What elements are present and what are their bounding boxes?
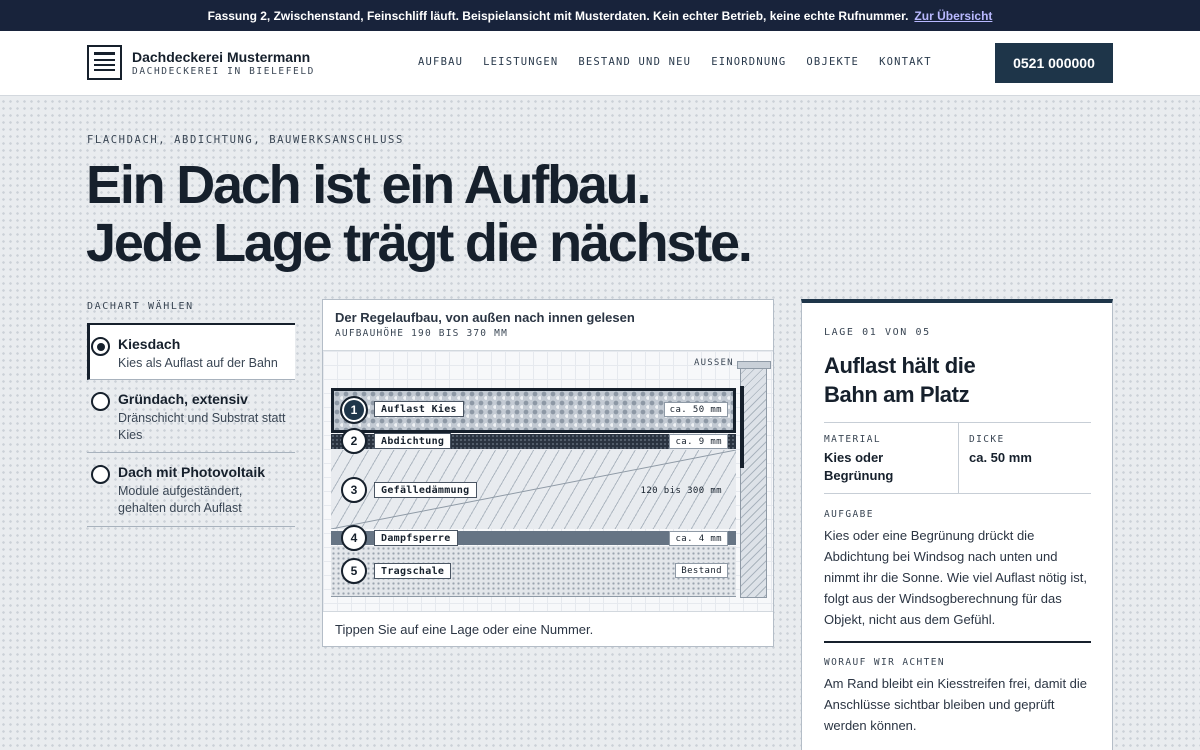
option-desc: Module aufgeständert, gehalten durch Auf… (118, 484, 243, 515)
layer-number-5[interactable]: 5 (341, 558, 367, 584)
roof-option-photovoltaik[interactable]: Dach mit Photovoltaik Module aufgestände… (87, 453, 295, 527)
material-value: Kies oder Begrünung (824, 450, 894, 483)
headline-line-1: Ein Dach ist ein Aufbau. (86, 155, 651, 215)
care-text: Am Rand bleibt ein Kiesstreifen frei, da… (824, 676, 1088, 733)
option-title: Kiesdach (118, 336, 181, 352)
nav-item-kontakt[interactable]: KONTAKT (879, 56, 932, 68)
option-desc: Dränschicht und Substrat statt Kies (118, 411, 286, 442)
layer-measure-3: 120 bis 300 mm (640, 485, 722, 496)
nav-item-bestand-und-neu[interactable]: BESTAND UND NEU (578, 56, 691, 68)
layer-number-2[interactable]: 2 (341, 428, 367, 454)
layer-number-1[interactable]: 1 (340, 396, 368, 424)
diagram-hint: Tippen Sie auf eine Lage oder eine Numme… (335, 622, 594, 637)
upstand-flashing (740, 386, 744, 468)
option-title: Dach mit Photovoltaik (118, 464, 266, 480)
detail-title: Auflast hält die Bahn am Platz (824, 351, 976, 409)
detail-title-line-1: Auflast hält die (824, 353, 976, 378)
layer-label-2[interactable]: Abdichtung (374, 433, 452, 449)
layer-label-1[interactable]: Auflast Kies (374, 401, 464, 417)
layer-number-3[interactable]: 3 (341, 477, 367, 503)
phone-button[interactable]: 0521 000000 (995, 43, 1113, 83)
layer-measure-2: ca. 9 mm (669, 434, 728, 449)
selector-label: DACHART WÄHLEN (87, 301, 194, 312)
nav-item-aufbau[interactable]: AUFBAU (418, 56, 463, 68)
thickness-value: ca. 50 mm (969, 450, 1032, 465)
notice-text: Fassung 2, Zwischenstand, Feinschliff lä… (207, 8, 909, 23)
brand-subtitle: DACHDECKEREI IN BIELEFELD (132, 66, 315, 77)
material-label: MATERIAL (824, 434, 881, 445)
divider (824, 493, 1091, 494)
task-label: AUFGABE (824, 509, 874, 520)
thickness-label: DICKE (969, 434, 1005, 445)
parapet-cap (737, 361, 771, 369)
option-desc: Kies als Auflast auf der Bahn (118, 356, 278, 370)
outside-label: AUSSEN (694, 358, 734, 368)
hero-headline: Ein Dach ist ein Aufbau. Jede Lage trägt… (86, 155, 753, 273)
headline-line-2: Jede Lage trägt die nächste. (86, 213, 753, 273)
layer-measure-1: ca. 50 mm (663, 402, 728, 417)
layer-measure-4: ca. 4 mm (669, 531, 728, 546)
care-label: WORAUF WIR ACHTEN (824, 657, 946, 668)
roof-option-gruendach[interactable]: Gründach, extensiv Dränschicht und Subst… (87, 380, 295, 453)
layer-label-3[interactable]: Gefälledämmung (374, 482, 477, 498)
diagram-subtitle: AUFBAUHÖHE 190 BIS 370 MM (335, 328, 508, 339)
layer-measure-5: Bestand (675, 563, 728, 578)
roof-option-kiesdach[interactable]: Kiesdach Kies als Auflast auf der Bahn (87, 323, 295, 380)
divider (824, 641, 1091, 643)
layer-diagram-card: Der Regelaufbau, von außen nach innen ge… (322, 299, 774, 647)
radio-icon[interactable] (91, 392, 110, 411)
roof-section-diagram: AUSSEN 1 2 3 4 5 Auflast Kies Abdichtung… (323, 350, 773, 612)
layer-label-5[interactable]: Tragschale (374, 563, 452, 579)
task-text: Kies oder eine Begrünung drückt die Abdi… (824, 528, 1088, 627)
brand-name[interactable]: Dachdeckerei Mustermann (132, 49, 310, 65)
notice-bar: Fassung 2, Zwischenstand, Feinschliff lä… (0, 0, 1200, 31)
layer-label-4[interactable]: Dampfsperre (374, 530, 458, 546)
layer-number-4[interactable]: 4 (341, 525, 367, 551)
detail-title-line-2: Bahn am Platz (824, 382, 970, 407)
overview-link[interactable]: Zur Übersicht (914, 9, 992, 23)
site-header: Dachdeckerei Mustermann DACHDECKEREI IN … (0, 31, 1200, 96)
option-title: Gründach, extensiv (118, 391, 248, 407)
divider (958, 423, 959, 493)
hero-eyebrow: FLACHDACH, ABDICHTUNG, BAUWERKSANSCHLUSS (87, 134, 404, 146)
logo-icon[interactable] (87, 45, 122, 80)
nav-item-leistungen[interactable]: LEISTUNGEN (483, 56, 558, 68)
radio-icon[interactable] (91, 465, 110, 484)
radio-selected-icon[interactable] (91, 337, 110, 356)
diagram-title: Der Regelaufbau, von außen nach innen ge… (335, 310, 635, 325)
nav-item-einordnung[interactable]: EINORDNUNG (711, 56, 786, 68)
layer-detail-card: LAGE 01 VON 05 Auflast hält die Bahn am … (801, 299, 1113, 750)
layer-step-indicator: LAGE 01 VON 05 (824, 327, 931, 338)
nav-item-objekte[interactable]: OBJEKTE (806, 56, 859, 68)
main-nav: AUFBAU LEISTUNGEN BESTAND UND NEU EINORD… (418, 56, 932, 68)
parapet-wall (740, 365, 767, 598)
